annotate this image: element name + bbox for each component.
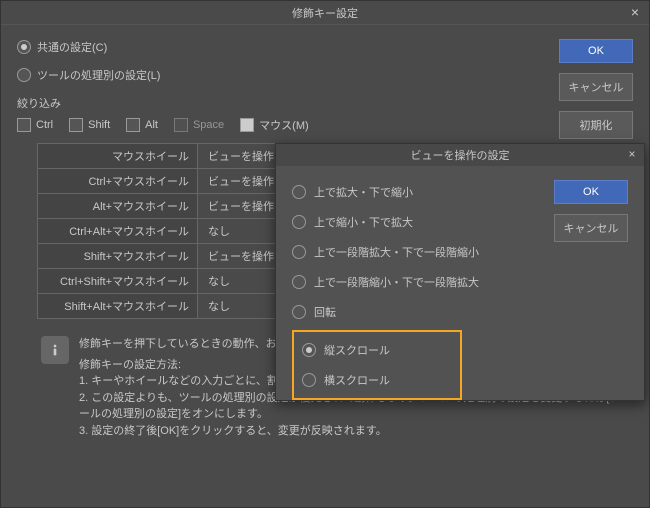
option-vscroll[interactable]: 縦スクロール [302, 342, 452, 358]
sub-cancel-button[interactable]: キャンセル [554, 214, 628, 242]
radio-label: ツールの処理別の設定(L) [37, 67, 160, 83]
cancel-button[interactable]: キャンセル [559, 73, 633, 101]
option-rotate[interactable]: 回転 [292, 304, 628, 320]
filter-ctrl[interactable]: Ctrl [17, 118, 53, 132]
option-step-out-in[interactable]: 上で一段階縮小・下で一段階拡大 [292, 274, 628, 290]
ok-button[interactable]: OK [559, 39, 633, 63]
filter-mouse[interactable]: マウス(M) [240, 117, 309, 133]
reset-button[interactable]: 初期化 [559, 111, 633, 139]
close-icon[interactable]: × [625, 3, 645, 21]
close-icon[interactable]: × [623, 146, 641, 162]
filter-label: 絞り込み [17, 95, 633, 111]
radio-pertool-settings[interactable]: ツールの処理別の設定(L) [17, 67, 633, 83]
main-title: 修飾キー設定 [292, 5, 358, 21]
sub-title: ビューを操作の設定 [411, 147, 510, 163]
sub-dialog: ビューを操作の設定 × OK キャンセル 上で拡大・下で縮小 上で縮小・下で拡大… [275, 143, 645, 401]
radio-icon [17, 40, 31, 54]
radio-icon [17, 68, 31, 82]
highlighted-options: 縦スクロール 横スクロール [292, 330, 462, 400]
radio-label: 共通の設定(C) [37, 39, 107, 55]
radio-common-settings[interactable]: 共通の設定(C) [17, 39, 633, 55]
sub-ok-button[interactable]: OK [554, 180, 628, 204]
filter-space[interactable]: Space [174, 118, 224, 132]
info-line: 3. 設定の終了後[OK]をクリックすると、変更が反映されます。 [79, 423, 629, 440]
info-icon [41, 336, 69, 364]
filter-alt[interactable]: Alt [126, 118, 158, 132]
filter-shift[interactable]: Shift [69, 118, 110, 132]
option-step-in-out[interactable]: 上で一段階拡大・下で一段階縮小 [292, 244, 628, 260]
sub-title-bar: ビューを操作の設定 × [276, 144, 644, 166]
option-hscroll[interactable]: 横スクロール [302, 372, 452, 388]
main-title-bar: 修飾キー設定 × [1, 1, 649, 25]
